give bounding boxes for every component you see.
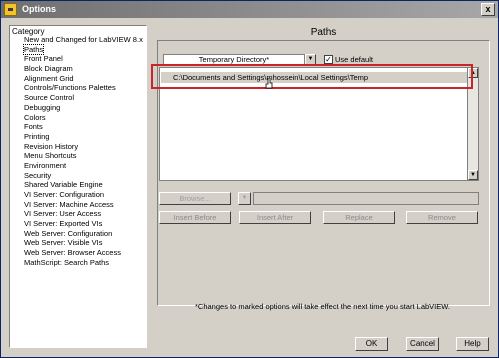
category-item[interactable]: VI Server: Exported VIs <box>24 219 143 229</box>
category-item[interactable]: Alignment Grid <box>24 74 143 84</box>
ok-button[interactable]: OK <box>355 337 388 351</box>
scroll-down-icon[interactable]: ▼ <box>468 170 478 180</box>
category-item-label: Environment <box>24 160 67 170</box>
insert-before-button[interactable]: Insert Before <box>159 211 231 224</box>
labview-app-icon <box>4 3 17 16</box>
category-item-label: Front Panel <box>24 54 63 64</box>
browse-button[interactable]: Browse... <box>159 192 231 205</box>
category-item-label: Shared Variable Engine <box>24 180 103 190</box>
category-item-label: Colors <box>24 112 46 122</box>
category-item-label: Web Server: Visible VIs <box>24 238 103 248</box>
category-item-label: Source Control <box>24 93 75 103</box>
category-item-label: Controls/Functions Palettes <box>24 83 116 93</box>
category-item-label: VI Server: Machine Access <box>24 199 114 209</box>
category-item-label: New and Changed for LabVIEW 8.x <box>24 35 143 44</box>
category-item-label: Security <box>24 170 52 180</box>
restart-footnote: *Changes to marked options will take eff… <box>195 302 450 311</box>
category-item[interactable]: VI Server: Machine Access <box>24 200 143 210</box>
category-item-label: Printing <box>24 131 50 141</box>
category-item-label: VI Server: Exported VIs <box>24 219 103 229</box>
browse-dropdown-icon[interactable]: ▼ <box>238 192 251 205</box>
category-item-label: Block Diagram <box>24 64 73 74</box>
category-item-label: Revision History <box>24 141 79 151</box>
category-item-label: Paths <box>22 43 45 55</box>
category-item[interactable]: Web Server: Browser Access <box>24 248 143 258</box>
category-item[interactable]: Block Diagram <box>24 64 143 74</box>
insert-after-button[interactable]: Insert After <box>239 211 311 224</box>
category-item[interactable]: Web Server: Configuration <box>24 229 143 239</box>
use-default-label: Use default <box>335 55 373 64</box>
category-item-label: Web Server: Browser Access <box>24 248 121 258</box>
category-item-label: VI Server: User Access <box>24 209 102 219</box>
category-item[interactable]: Shared Variable Engine <box>24 180 143 190</box>
options-window: Options x Category New and Changed for L… <box>0 0 499 358</box>
category-item[interactable]: Environment <box>24 161 143 171</box>
category-item[interactable]: VI Server: User Access <box>24 209 143 219</box>
page-title: Paths <box>310 27 337 38</box>
category-item-label: Fonts <box>24 122 43 132</box>
category-item-label: MathScript: Search Paths <box>24 257 110 267</box>
category-item-label: Menu Shortcuts <box>24 151 77 161</box>
category-item-label: Alignment Grid <box>24 73 74 83</box>
help-button[interactable]: Help <box>456 337 489 351</box>
category-item[interactable]: Security <box>24 171 143 181</box>
category-item[interactable]: Controls/Functions Palettes <box>24 83 143 93</box>
category-item[interactable]: Colors <box>24 113 143 123</box>
category-item[interactable]: MathScript: Search Paths <box>24 258 143 268</box>
category-item[interactable]: Debugging <box>24 103 143 113</box>
category-item[interactable]: Fonts <box>24 122 143 132</box>
category-item[interactable]: Front Panel <box>24 54 143 64</box>
category-item[interactable]: New and Changed for LabVIEW 8.x <box>24 35 143 45</box>
category-item-label: Web Server: Configuration <box>24 228 113 238</box>
remove-button[interactable]: Remove <box>406 211 478 224</box>
window-title: Options <box>22 4 56 14</box>
close-button[interactable]: x <box>481 3 495 16</box>
category-item-label: Debugging <box>24 102 61 112</box>
replace-button[interactable]: Replace <box>323 211 395 224</box>
category-item[interactable]: Revision History <box>24 142 143 152</box>
category-item[interactable]: Paths <box>22 43 143 55</box>
category-item[interactable]: Web Server: Visible VIs <box>24 238 143 248</box>
category-item[interactable]: Printing <box>24 132 143 142</box>
category-item[interactable]: Menu Shortcuts <box>24 151 143 161</box>
path-highlight-annotation <box>151 64 473 89</box>
hand-cursor-icon <box>265 78 273 89</box>
category-item[interactable]: VI Server: Configuration <box>24 190 143 200</box>
use-default-checkbox[interactable]: ✓ <box>324 55 333 64</box>
cancel-button[interactable]: Cancel <box>406 337 439 351</box>
category-item-label: VI Server: Configuration <box>24 190 105 199</box>
path-entry-field[interactable] <box>253 192 479 205</box>
category-list-panel: Category New and Changed for LabVIEW 8.x… <box>9 25 147 348</box>
title-bar[interactable]: Options x <box>1 1 498 18</box>
category-list: New and Changed for LabVIEW 8.x Paths Fron… <box>22 35 143 268</box>
category-item[interactable]: Source Control <box>24 93 143 103</box>
